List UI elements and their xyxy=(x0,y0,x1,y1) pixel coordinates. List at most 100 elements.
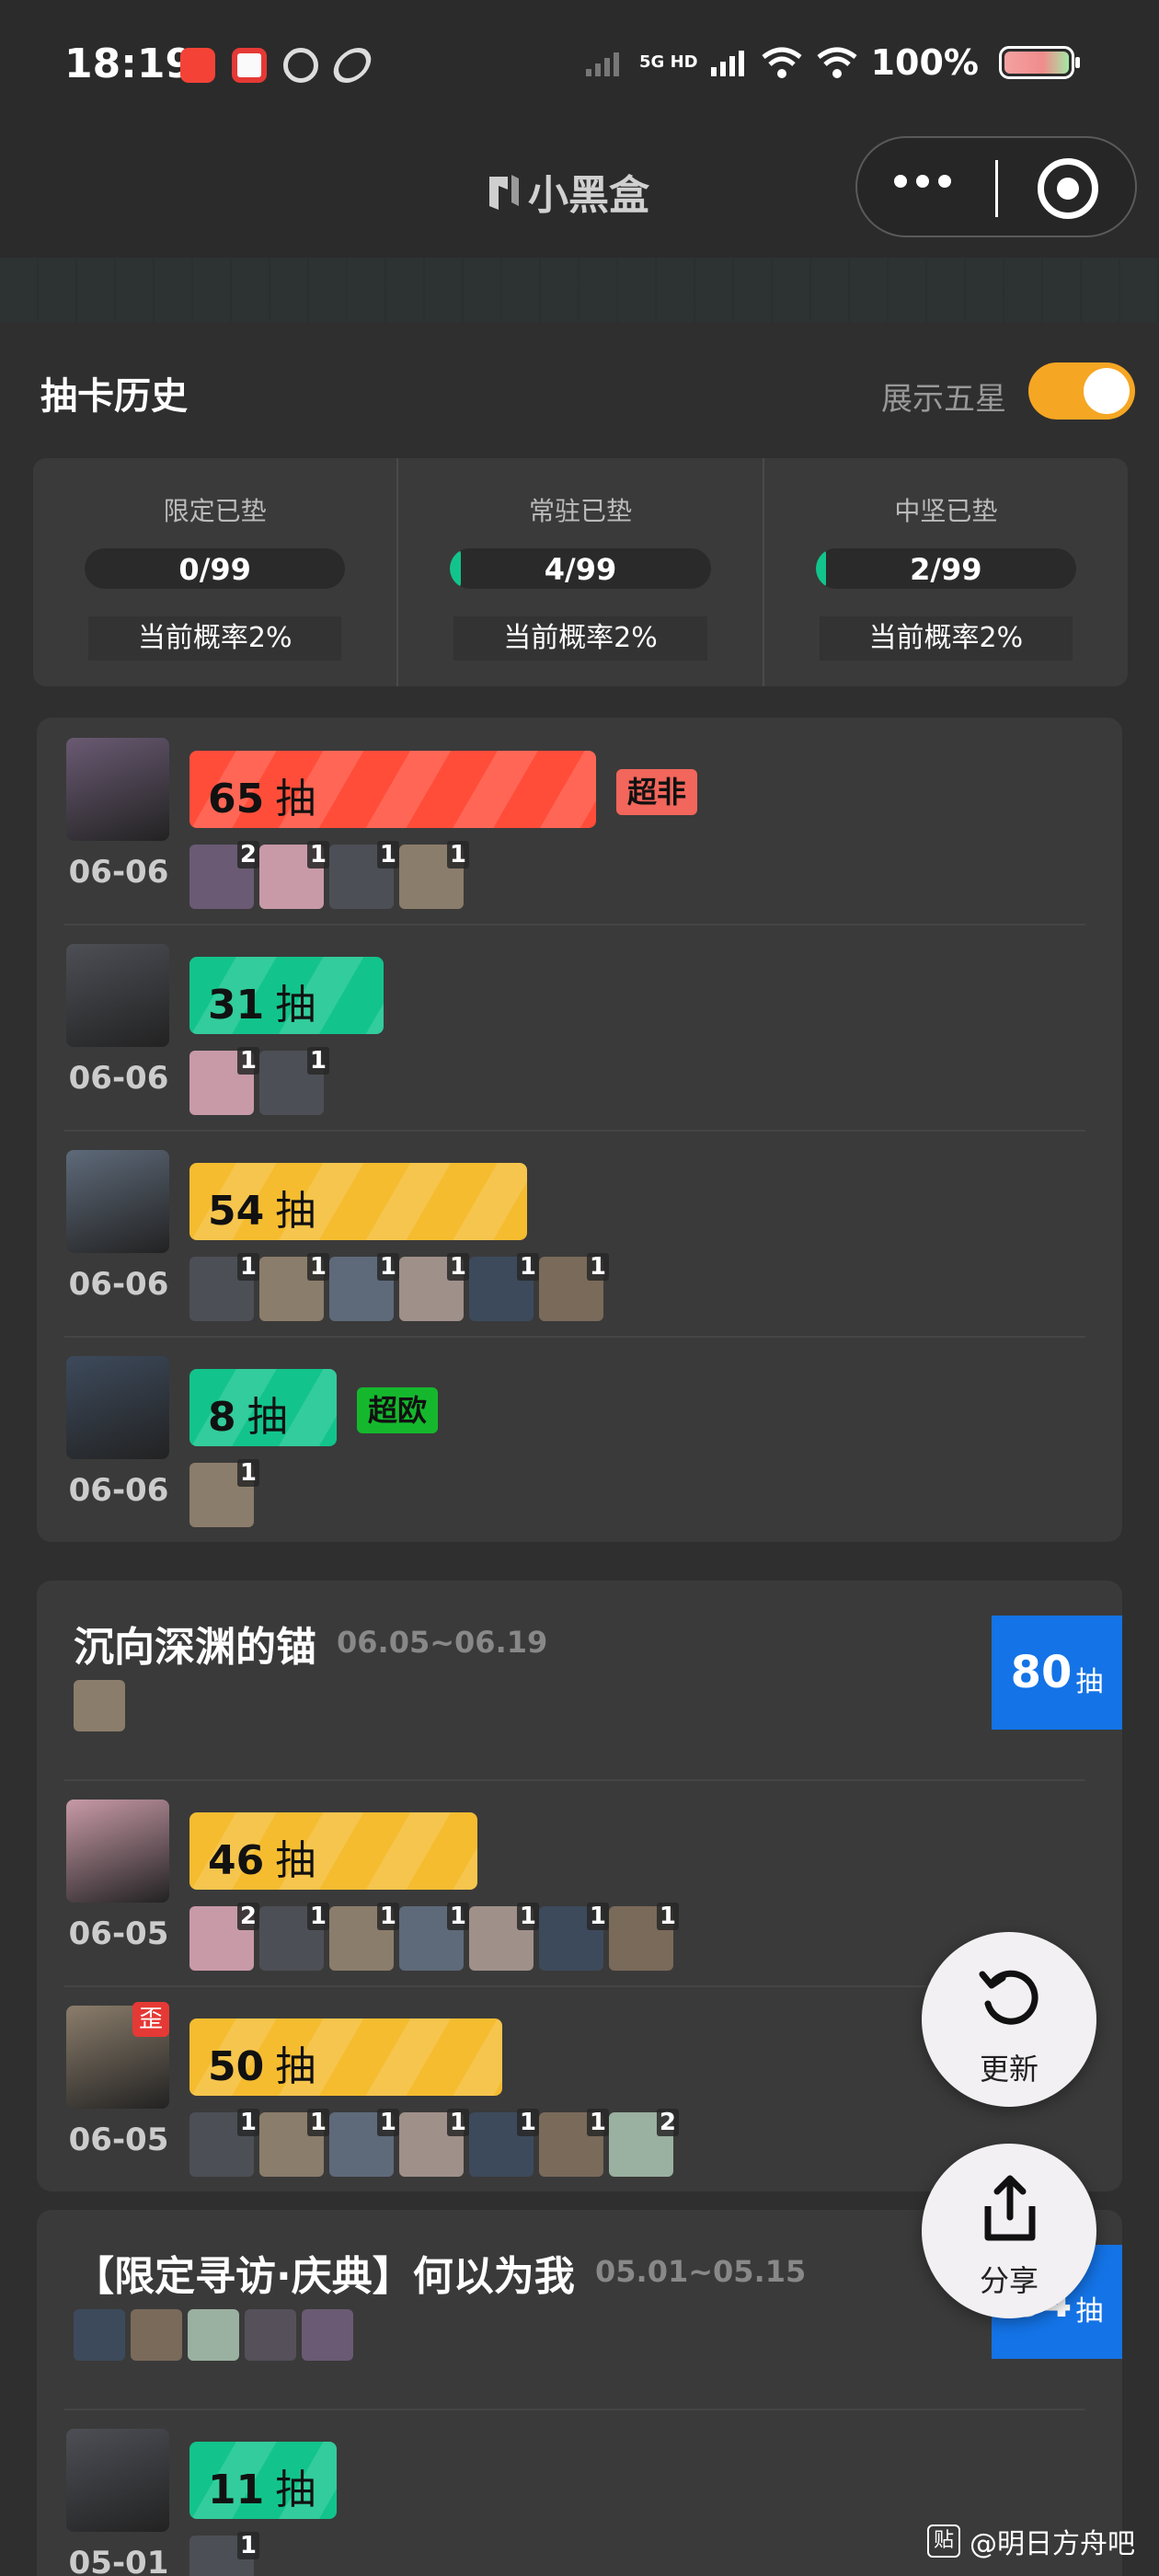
history-header: 抽卡历史 展示五星 xyxy=(40,362,1135,421)
pity-stat-rate: 当前概率2% xyxy=(88,616,342,661)
operator-count: 1 xyxy=(306,1903,329,1930)
pity-stats-panel: 限定已垫 0/99 当前概率2% 常驻已垫 4/99 当前概率2% 中坚已垫 2… xyxy=(33,458,1128,686)
pull-entry[interactable]: 06-06 8 抽 超欧 1 xyxy=(37,1336,1122,1542)
operator-thumb: 1 xyxy=(259,841,329,909)
operator-thumb: 1 xyxy=(259,1903,329,1971)
show-five-star-toggle[interactable] xyxy=(1028,362,1135,420)
pull-count-bar: 8抽 xyxy=(189,1369,337,1446)
pull-count-bar: 65 抽 xyxy=(189,751,596,828)
pull-count-unit: 抽 xyxy=(247,1394,288,1441)
pity-stat-rate: 当前概率2% xyxy=(819,616,1073,661)
pity-stat-rate: 当前概率2% xyxy=(453,616,707,661)
pull-count: 65 抽 xyxy=(208,765,316,824)
pull-count-value: 11 xyxy=(208,2467,265,2513)
app-title-text: 小黑盒 xyxy=(528,172,649,219)
pull-entry[interactable]: 06-06 31 抽 1 1 xyxy=(37,924,1122,1130)
operator-thumb: 1 xyxy=(469,2109,539,2177)
pulled-operators-row: 2 1 1 1 1 1 1 xyxy=(189,1903,679,1971)
operator-count: 1 xyxy=(376,841,399,868)
banner-total-value: 80 xyxy=(1010,1647,1073,1698)
operator-count: 1 xyxy=(446,841,469,868)
operator-thumb: 2 xyxy=(609,2109,679,2177)
watermark: 贴 @明日方舟吧 xyxy=(927,2521,1135,2561)
pull-entry[interactable]: 06-06 54 抽 1 1 1 1 1 1 xyxy=(37,1130,1122,1336)
capsule-divider xyxy=(995,160,998,217)
pull-date: 06-06 xyxy=(68,1266,169,1303)
operator-avatar xyxy=(188,2309,239,2361)
pull-count: 54 抽 xyxy=(208,1178,316,1236)
pity-progress-bar: 0/99 xyxy=(85,548,346,589)
refresh-icon xyxy=(979,1970,1039,2025)
pity-stat-value: 4/99 xyxy=(544,552,617,587)
operator-thumb: 1 xyxy=(329,2109,399,2177)
tieba-icon: 贴 xyxy=(927,2524,960,2558)
operator-thumb: 2 xyxy=(189,1903,259,1971)
pulled-operators-row: 2 1 1 1 xyxy=(189,841,469,909)
status-right: 5G HD 100% xyxy=(586,42,1080,83)
pull-date: 06-06 xyxy=(68,854,169,891)
pity-stat-value: 0/99 xyxy=(178,552,251,587)
operator-count: 1 xyxy=(516,1903,539,1930)
operator-avatar xyxy=(302,2309,353,2361)
operator-thumb: 1 xyxy=(469,1253,539,1321)
operator-count: 1 xyxy=(586,1903,609,1930)
operator-thumb: 1 xyxy=(189,1459,259,1527)
pull-count: 8抽 xyxy=(208,1384,288,1443)
pulled-operators-row: 1 xyxy=(189,2532,259,2576)
pull-date: 06-05 xyxy=(68,1915,169,1952)
operator-thumb: 1 xyxy=(539,1903,609,1971)
signal-icon xyxy=(586,52,620,76)
operator-count: 1 xyxy=(306,1047,329,1075)
pull-count-value: 8 xyxy=(208,1394,236,1441)
operator-thumb: 1 xyxy=(329,1903,399,1971)
off-banner-badge: 歪 xyxy=(132,2002,169,2037)
operator-thumb: 1 xyxy=(259,1047,329,1115)
pity-stat-standard: 常驻已垫 4/99 当前概率2% xyxy=(396,458,762,686)
operator-count: 2 xyxy=(236,1903,259,1930)
refresh-label: 更新 xyxy=(979,2052,1039,2087)
operator-thumb: 1 xyxy=(399,841,469,909)
operator-count: 1 xyxy=(306,1253,329,1281)
operator-count: 1 xyxy=(236,2109,259,2136)
luck-tag: 超欧 xyxy=(357,1387,439,1433)
operator-thumb: 1 xyxy=(539,1253,609,1321)
operator-count: 1 xyxy=(376,2109,399,2136)
operator-count: 1 xyxy=(376,1253,399,1281)
operator-thumb: 1 xyxy=(609,1903,679,1971)
operator-count: 1 xyxy=(376,1903,399,1930)
six-star-operator-avatar xyxy=(66,2429,169,2532)
banner-total-unit: 抽 xyxy=(1075,1666,1104,1698)
notification-app-icon xyxy=(232,48,267,83)
pull-entry[interactable]: 06-06 65 抽 超非 2 1 1 1 xyxy=(37,718,1122,924)
operator-thumb: 1 xyxy=(539,2109,609,2177)
operator-avatar xyxy=(74,1680,125,1731)
six-star-operator-avatar xyxy=(66,1800,169,1903)
pity-stat-label: 限定已垫 xyxy=(163,496,267,526)
refresh-button[interactable]: 更新 xyxy=(922,1932,1096,2107)
target-close-icon[interactable] xyxy=(1038,158,1098,219)
status-time: 18:19 xyxy=(64,40,194,87)
more-dots-icon[interactable] xyxy=(894,175,951,188)
banner-header: 沉向深渊的锚 06.05~06.19 80 抽 xyxy=(37,1581,1122,1779)
operator-thumb: 2 xyxy=(189,841,259,909)
operator-thumb: 1 xyxy=(189,1253,259,1321)
six-star-operator-avatar xyxy=(66,738,169,841)
pull-count-unit: 抽 xyxy=(275,776,316,822)
pity-stat-value: 2/99 xyxy=(910,552,982,587)
pull-count-value: 46 xyxy=(208,1837,265,1884)
banner-total-badge: 80 抽 xyxy=(992,1616,1122,1730)
pull-count-unit: 抽 xyxy=(275,1837,316,1884)
banner-featured-operators xyxy=(74,1680,125,1731)
pull-date: 06-05 xyxy=(68,2122,169,2158)
pull-count-value: 65 xyxy=(208,776,265,822)
pull-count: 11 抽 xyxy=(208,2456,316,2515)
pull-count-value: 31 xyxy=(208,982,265,1029)
banner-title: 【限定寻访·庆典】何以为我 xyxy=(74,2253,575,2300)
mini-program-capsule xyxy=(855,136,1137,237)
operator-count: 1 xyxy=(516,1253,539,1281)
operator-count: 1 xyxy=(306,2109,329,2136)
operator-thumb: 1 xyxy=(399,1903,469,1971)
operator-count: 1 xyxy=(236,2532,259,2559)
share-button[interactable]: 分享 xyxy=(922,2144,1096,2318)
toggle-knob xyxy=(1084,368,1130,414)
